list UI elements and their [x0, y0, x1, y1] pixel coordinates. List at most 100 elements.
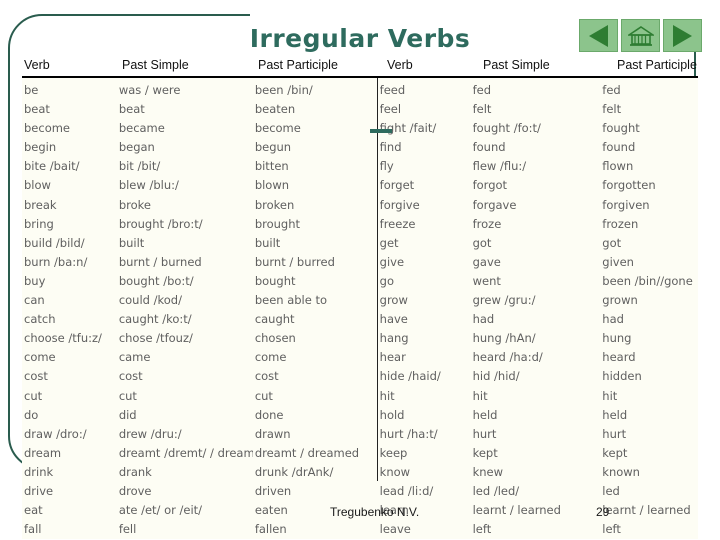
- past-simple-right-cell: fought /fo:t/: [472, 121, 541, 136]
- triangle-left-icon: [589, 24, 608, 47]
- past-simple-left-cell: cut: [118, 388, 137, 403]
- verb-left-cell: beat: [24, 102, 50, 117]
- verb-right-cell: hear: [379, 350, 406, 365]
- column-verb-left: be beat become begin bite /bait/blow break bri…: [22, 78, 117, 539]
- verb-left-cell: come: [24, 350, 56, 365]
- verb-right-cell: hang: [379, 331, 409, 346]
- past-participle-right-cell: found: [602, 140, 636, 155]
- past-participle-left-cell: blown: [254, 178, 290, 193]
- verb-left-cell: choose /tfu:z/: [24, 331, 102, 346]
- past-simple-right-cell: gave: [472, 254, 501, 269]
- column-past-simple-right: fed felt fought /fo:t/found flew /flu:/ forg…: [469, 78, 599, 539]
- past-simple-right-cell: fed: [472, 83, 492, 97]
- verb-left-cell: cut: [24, 388, 43, 403]
- past-participle-left-cell: dreamt / dreamed: [254, 445, 360, 460]
- home-button[interactable]: [621, 19, 660, 52]
- past-participle-right-cell: forgotten: [602, 178, 656, 193]
- navigation-buttons[interactable]: [579, 19, 702, 52]
- past-participle-right-cell: heard: [602, 350, 636, 365]
- footer-page-number: 29: [596, 505, 610, 519]
- past-participle-right-cell: led: [602, 483, 620, 498]
- past-simple-left-cell: bought /bo:t/: [118, 273, 194, 288]
- past-participle-right-cell: had: [602, 312, 624, 327]
- past-simple-right-cell: found: [472, 140, 506, 155]
- column-header-past-participle-right: Past Participle: [617, 58, 697, 72]
- past-participle-right-cell: held: [602, 407, 628, 422]
- past-participle-left-cell: chosen: [254, 331, 296, 346]
- verb-left-cell: build /bild/: [24, 235, 85, 250]
- footer-author: Tregubenko N.V.: [330, 505, 420, 519]
- verb-left-cell: draw /dro:/: [24, 426, 87, 441]
- column-header-past-simple-left: Past Simple: [122, 58, 189, 72]
- past-simple-right-cell: led /led/: [472, 483, 520, 498]
- past-participle-right-cell: hidden: [602, 369, 642, 384]
- past-participle-left-cell: cut: [254, 388, 273, 403]
- back-button[interactable]: [579, 19, 618, 52]
- verb-left-cell: eat: [24, 503, 43, 518]
- past-simple-left-cell: did: [118, 407, 137, 422]
- past-simple-right-cell: hit: [472, 388, 488, 403]
- verb-left-cell: blow: [24, 178, 51, 193]
- past-participle-left-cell: drawn: [254, 426, 291, 441]
- verb-left-cell: be: [24, 83, 39, 97]
- verb-right-cell: know: [379, 464, 411, 479]
- past-participle-right-cell: been /bin//gone: [602, 273, 693, 288]
- past-simple-left-cell: drank: [118, 464, 152, 479]
- verb-right-cell: hit: [379, 388, 395, 403]
- forward-button[interactable]: [663, 19, 702, 52]
- slide-canvas: Irregular Verbs Verb Past Simple Past Pa…: [0, 0, 720, 540]
- past-participle-right-cell: hit: [602, 388, 618, 403]
- verb-left-cell: bring: [24, 216, 54, 231]
- verb-left-cell: can: [24, 293, 45, 308]
- past-participle-right-cell: got: [602, 235, 622, 250]
- past-simple-right-cell: hurt: [472, 426, 497, 441]
- verb-left-cell: become: [24, 121, 71, 136]
- past-simple-right-cell: heard /ha:d/: [472, 350, 543, 365]
- verb-right-cell: hold: [379, 407, 405, 422]
- verb-left-cell: bite /bait/: [24, 159, 80, 174]
- past-participle-right-cell: hurt: [602, 426, 627, 441]
- verb-right-cell: forgive: [379, 197, 420, 212]
- past-simple-left-cell: beat: [118, 102, 145, 117]
- header-half-left: Verb Past Simple Past Participle: [22, 58, 383, 76]
- past-simple-left-cell: came: [118, 350, 151, 365]
- verb-right-cell: give: [379, 254, 405, 269]
- past-participle-right-cell: learnt / learned: [602, 503, 691, 518]
- past-participle-right-cell: frozen: [602, 216, 639, 231]
- past-simple-right-cell: felt: [472, 102, 492, 117]
- past-participle-right-cell: kept: [602, 445, 628, 460]
- past-simple-left-cell: broke: [118, 197, 151, 212]
- column-header-past-participle-left: Past Participle: [258, 58, 338, 72]
- past-simple-right-cell: hung /hAn/: [472, 331, 536, 346]
- column-past-participle-left: been /bin/beaten become begun bitten blown br…: [253, 78, 376, 539]
- past-simple-left-cell: could /kod/: [118, 293, 182, 308]
- past-participle-left-cell: begun: [254, 140, 292, 155]
- past-participle-left-cell: caught: [254, 312, 295, 327]
- table-header-row: Verb Past Simple Past Participle Verb Pa…: [22, 58, 698, 76]
- verb-right-cell: get: [379, 235, 399, 250]
- triangle-right-icon: [673, 24, 692, 47]
- verb-right-cell: fly: [379, 159, 394, 174]
- past-simple-right-cell: hid /hid/: [472, 369, 520, 384]
- verb-right-cell: leave: [379, 522, 411, 537]
- past-participle-left-cell: driven: [254, 483, 292, 498]
- verb-left-cell: drive: [24, 483, 54, 498]
- past-simple-left-cell: fell: [118, 522, 137, 537]
- past-participle-left-cell: become: [254, 121, 301, 136]
- past-participle-left-cell: been able to: [254, 293, 328, 308]
- past-simple-left-cell: was / were: [118, 83, 181, 97]
- verb-left-cell: begin: [24, 140, 57, 155]
- past-simple-right-cell: had: [472, 312, 495, 327]
- verb-right-cell: feel: [379, 102, 402, 117]
- past-participle-right-cell: hung: [602, 331, 632, 346]
- past-simple-left-cell: burnt / burned: [118, 254, 202, 269]
- past-participle-left-cell: drunk /drAnk/: [254, 464, 334, 479]
- past-simple-left-cell: cost: [118, 369, 143, 384]
- past-participle-left-cell: bitten: [254, 159, 289, 174]
- past-simple-left-cell: bit /bit/: [118, 159, 161, 174]
- past-simple-right-cell: knew: [472, 464, 504, 479]
- past-participle-right-cell: left: [602, 522, 621, 537]
- past-participle-left-cell: fallen: [254, 522, 287, 537]
- verb-right-cell: keep: [379, 445, 408, 460]
- past-participle-left-cell: built: [254, 235, 281, 250]
